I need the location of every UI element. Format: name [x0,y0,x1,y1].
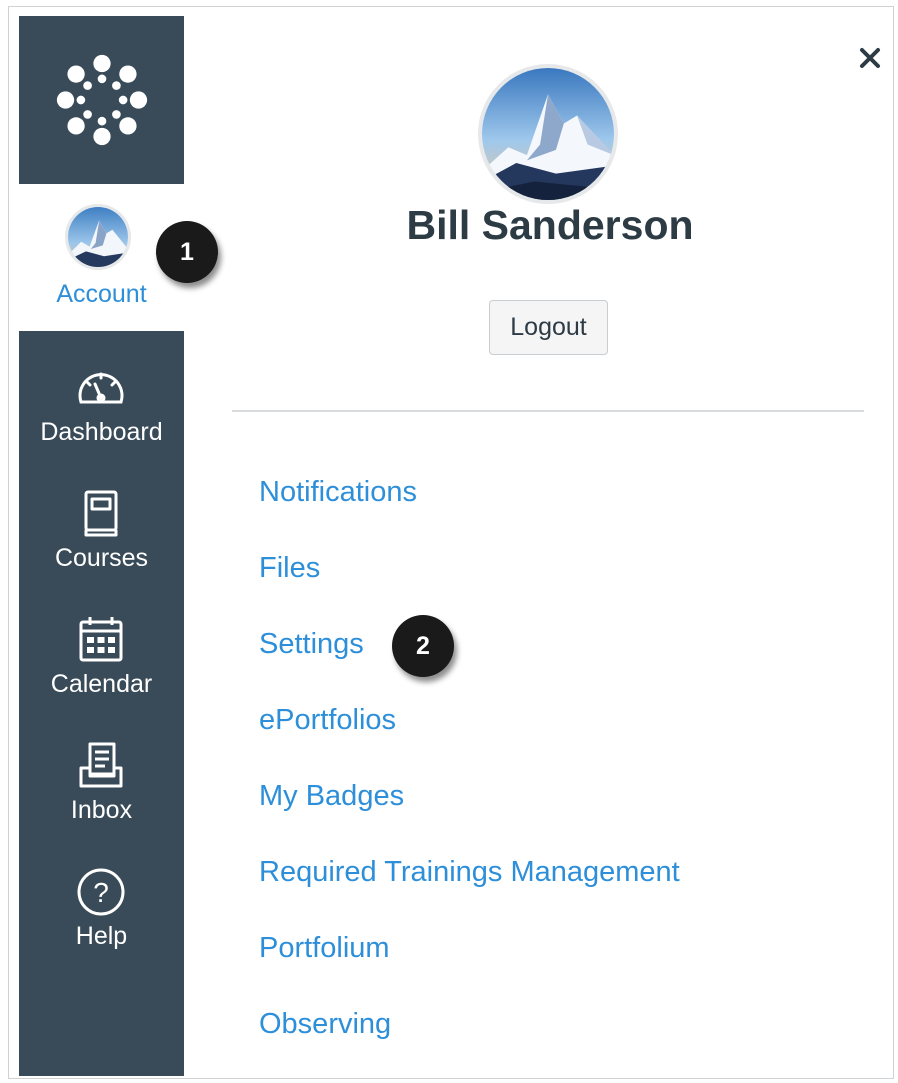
close-icon [860,48,880,68]
tray-link-portfolium[interactable]: Portfolium [259,930,390,966]
canvas-logo-icon [56,54,147,146]
tray-link-notifications[interactable]: Notifications [259,474,417,510]
book-icon [84,490,118,537]
inbox-tray-icon [79,742,123,788]
profile-user-name: Bill Sanderson [406,202,694,248]
nav-dashboard-label: Dashboard [40,418,163,446]
nav-calendar-label: Calendar [50,670,153,698]
nav-help-label: Help [75,922,128,950]
svg-text:?: ? [93,877,109,908]
nav-account-label: Account [56,280,147,308]
nav-item-courses[interactable]: Courses [19,472,184,598]
logout-button[interactable]: Logout [489,300,608,355]
tray-link-my-badges[interactable]: My Badges [259,778,404,814]
canvas-logo-link[interactable] [19,16,184,184]
tray-divider [232,410,864,412]
nav-item-calendar[interactable]: Calendar [19,598,184,724]
close-tray-button[interactable] [852,40,888,76]
nav-inbox-label: Inbox [70,796,133,824]
nav-courses-label: Courses [54,544,149,572]
question-circle-icon: ? [77,868,125,916]
tray-link-settings[interactable]: Settings [259,626,364,662]
account-avatar [65,204,131,270]
calendar-icon [79,617,123,662]
tray-link-eportfolios[interactable]: ePortfolios [259,702,396,738]
nav-item-dashboard[interactable]: Dashboard [19,346,184,472]
profile-avatar [478,64,618,204]
dashboard-gauge-icon [78,372,124,404]
callout-badge-1: 1 [156,221,218,283]
tray-link-files[interactable]: Files [259,550,320,586]
global-nav: Account Dashboard Courses Calendar Inbox… [19,16,184,1076]
tray-link-required-trainings-management[interactable]: Required Trainings Management [259,854,680,890]
callout-badge-2: 2 [392,615,454,677]
nav-item-inbox[interactable]: Inbox [19,724,184,850]
nav-item-help[interactable]: ? Help [19,850,184,976]
tray-link-observing[interactable]: Observing [259,1006,391,1042]
